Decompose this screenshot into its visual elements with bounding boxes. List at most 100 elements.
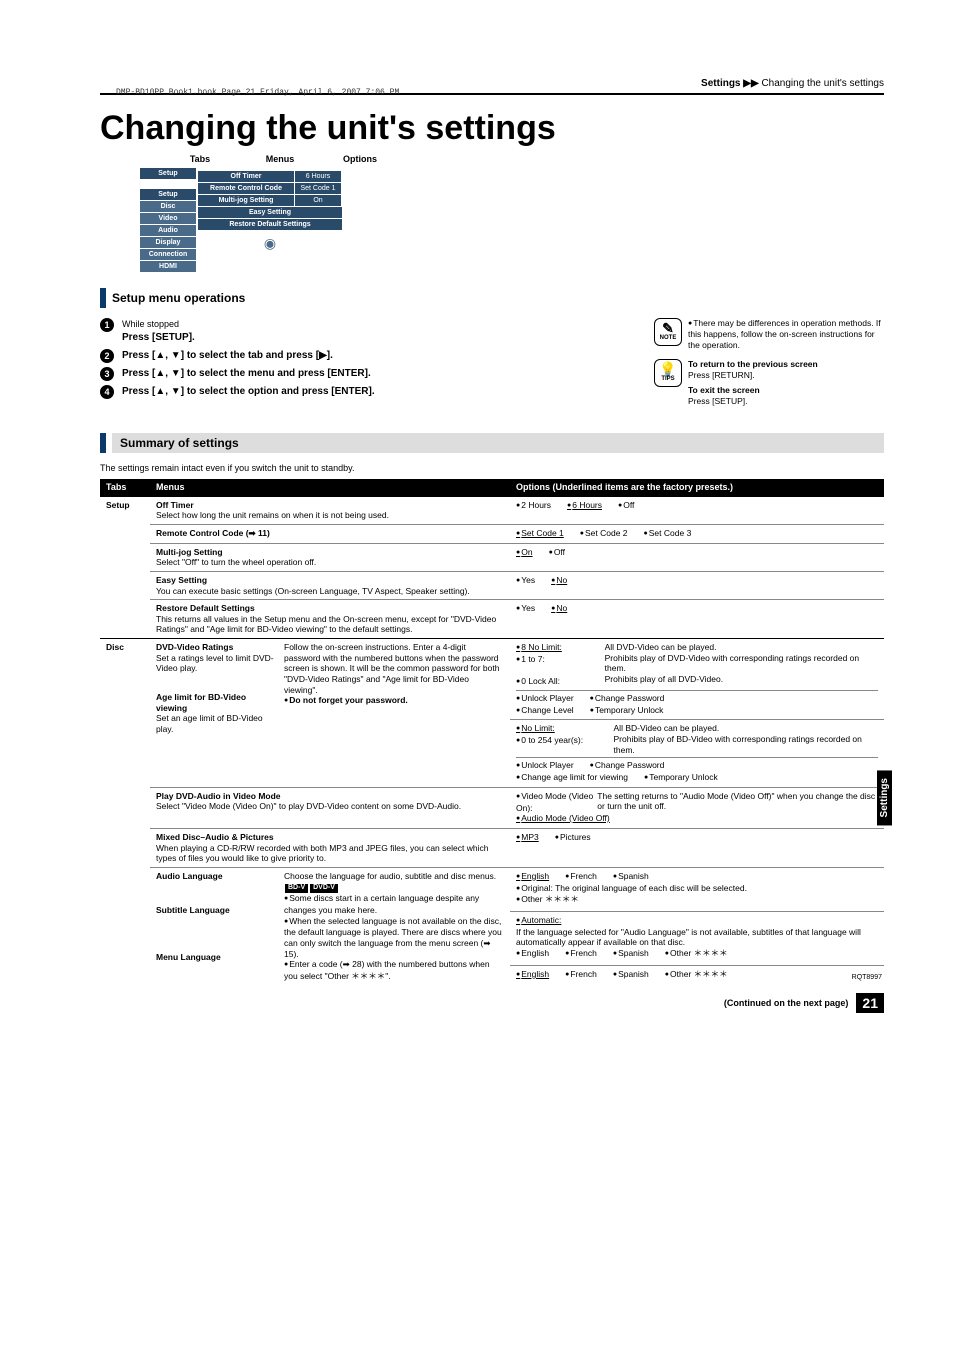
tips-title-1: To return to the previous screen <box>688 359 818 370</box>
sub-option: Change age limit for viewing <box>516 772 628 784</box>
step-text: Press [▲, ▼] to select the tab and press… <box>122 350 333 361</box>
option: Spanish <box>613 871 649 883</box>
option: Pictures <box>555 832 591 844</box>
menu-play-dvda: Play DVD-Audio in Video Mode <box>156 791 281 801</box>
menu-item: Remote Control Code <box>198 183 294 194</box>
option-preset: 6 Hours <box>567 500 602 512</box>
shared-instructions: Follow the on-screen instructions. Enter… <box>284 642 499 695</box>
option: Other ＊＊＊＊ <box>665 969 728 981</box>
option-preset: English <box>516 969 549 981</box>
menu-opt: Set Code 1 <box>295 183 341 194</box>
badge-dvdv: DVD-V <box>310 884 338 893</box>
tab-disc: Disc <box>100 639 150 985</box>
continued-text: (Continued on the next page) <box>724 998 849 1008</box>
sidebar-item: Setup <box>140 189 196 200</box>
step-number-icon: 2 <box>100 349 114 363</box>
menu-opt: 6 Hours <box>295 171 341 182</box>
option: 1 to 7: <box>516 654 545 664</box>
option: French <box>565 948 597 960</box>
lang-desc: When the selected language is not availa… <box>284 916 502 959</box>
option-preset: No <box>551 575 567 587</box>
breadcrumb-section: Settings <box>701 78 740 89</box>
option-desc: All DVD-Video can be played. <box>605 642 717 652</box>
option: Yes <box>516 603 535 615</box>
option-preset: No Limit: <box>516 723 555 733</box>
menu-rcc: Remote Control Code (➡ 11) <box>156 528 270 538</box>
menu-audio-lang: Audio Language <box>156 871 223 881</box>
section-title: Setup menu operations <box>112 288 392 308</box>
breadcrumb-arrows: ▶▶ <box>743 78 758 89</box>
sub-option: Temporary Unlock <box>644 772 718 784</box>
menu-desc: This returns all values in the Setup men… <box>156 614 496 635</box>
mock-sidebar: Setup Setup Disc Video Audio Display Con… <box>140 168 196 272</box>
lang-desc: Some discs start in a certain language d… <box>284 893 479 915</box>
menu-desc: When playing a CD-R/RW recorded with bot… <box>156 843 488 864</box>
sidebar-item: Display <box>140 237 196 248</box>
note-text: There may be differences in operation me… <box>688 318 881 350</box>
menu-desc: Set a ratings level to limit DVD-Video p… <box>156 653 274 674</box>
option: French <box>565 969 597 981</box>
menu-mixed: Mixed Disc–Audio & Pictures <box>156 832 274 842</box>
sidebar-item: Connection <box>140 249 196 260</box>
option-preset: No <box>551 603 567 615</box>
sidebar-item: Video <box>140 213 196 224</box>
breadcrumb-page: Changing the unit's settings <box>761 78 884 89</box>
menu-item: Multi-jog Setting <box>198 195 294 206</box>
option-original: Original: The original language of each … <box>516 883 747 893</box>
th-tabs: Tabs <box>100 479 150 496</box>
option-desc: Prohibits play of all DVD-Video. <box>605 674 723 684</box>
mock-menu-col: Off Timer6 Hours Remote Control CodeSet … <box>198 168 342 252</box>
menu-age-limit: Age limit for BD-Video viewing <box>156 692 246 713</box>
option-desc: The setting returns to "Audio Mode (Vide… <box>597 791 878 813</box>
shared-bold: Do not forget your password. <box>284 695 408 705</box>
sidebar-item: Setup <box>140 168 196 179</box>
option: Other ＊＊＊＊ <box>665 948 728 960</box>
option: 0 Lock All: <box>516 676 560 686</box>
page-title: Changing the unit's settings <box>100 109 884 148</box>
option: 0 to 254 year(s): <box>516 735 583 745</box>
lang-desc: Choose the language for audio, subtitle … <box>284 871 496 881</box>
sub-option: Unlock Player <box>516 760 574 772</box>
menu-easy: Easy Setting <box>156 575 207 585</box>
option: 2 Hours <box>516 500 551 512</box>
note-block: ✎NOTE There may be differences in operat… <box>654 318 884 351</box>
option: Spanish <box>613 948 649 960</box>
section-title: Summary of settings <box>112 433 884 453</box>
mock-ui: Setup Setup Disc Video Audio Display Con… <box>140 168 884 272</box>
tips-desc-2: Press [SETUP]. <box>688 396 818 407</box>
menu-opt: On <box>295 195 341 206</box>
summary-intro: The settings remain intact even if you s… <box>100 463 884 473</box>
menu-desc: Select how long the unit remains on when… <box>156 510 389 520</box>
label-menus: Menus <box>250 154 310 164</box>
page-number: 21 <box>856 993 884 1013</box>
tips-desc-1: Press [RETURN]. <box>688 370 818 381</box>
tab-setup: Setup <box>100 497 150 639</box>
tips-icon: 💡TIPS <box>654 359 682 387</box>
option: Video Mode (Video On): <box>516 791 593 813</box>
menu-item: Restore Default Settings <box>198 219 342 230</box>
sub-option: Change Password <box>590 693 665 705</box>
option: Set Code 3 <box>644 528 692 540</box>
menu-off-timer: Off Timer <box>156 500 194 510</box>
step-text: Press [▲, ▼] to select the menu and pres… <box>122 368 371 379</box>
sidebar-item: Audio <box>140 225 196 236</box>
sidebar-item: HDMI <box>140 261 196 272</box>
tips-block: 💡TIPS To return to the previous screen P… <box>654 359 884 407</box>
option: Set Code 2 <box>580 528 628 540</box>
mock-ui-labels: Tabs Menus Options <box>170 154 884 164</box>
menu-desc: Select "Video Mode (Video On)" to play D… <box>156 801 461 811</box>
option-preset: MP3 <box>516 832 539 844</box>
step-text: Press [▲, ▼] to select the option and pr… <box>122 386 375 397</box>
menu-desc: Select "Off" to turn the wheel operation… <box>156 557 316 567</box>
rqt-code: RQT8997 <box>852 974 882 981</box>
sub-option: Temporary Unlock <box>590 705 664 717</box>
th-options: Options (Underlined items are the factor… <box>510 479 884 496</box>
section-setup-ops: Setup menu operations <box>100 288 884 308</box>
menu-desc: Set an age limit of BD-Video play. <box>156 713 263 734</box>
sub-option: Unlock Player <box>516 693 574 705</box>
source-file-header: DMP-BD10PP_Book1.book Page 21 Friday, Ap… <box>116 88 399 97</box>
note-icon: ✎NOTE <box>654 318 682 346</box>
menu-menu-lang: Menu Language <box>156 952 221 962</box>
option-desc: Prohibits play of DVD-Video with corresp… <box>605 653 860 674</box>
operations-list: 1 While stopped Press [SETUP]. 2Press [▲… <box>100 318 654 415</box>
